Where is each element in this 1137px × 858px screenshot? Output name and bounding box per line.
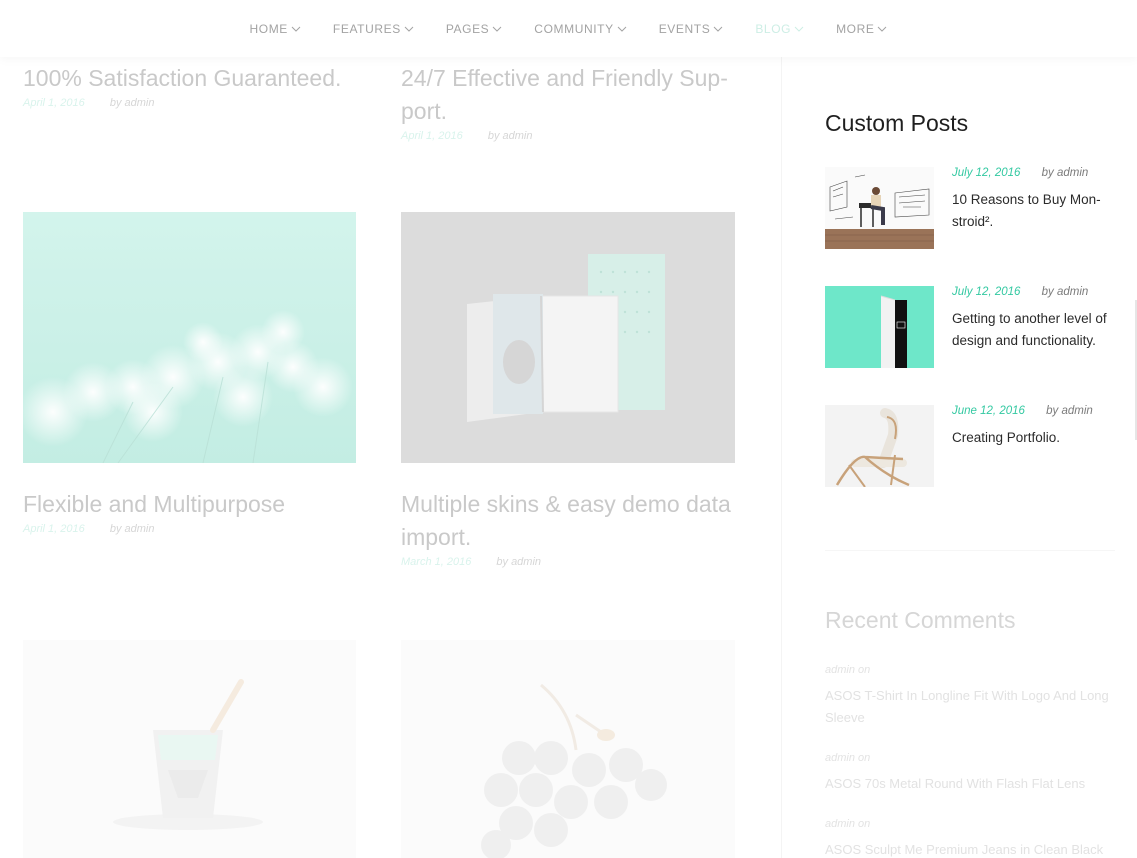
- custom-post-author[interactable]: by admin: [1042, 286, 1089, 298]
- post-title[interactable]: Multiple skins & easy demo data import.: [401, 488, 741, 554]
- post-card: 100% Satisfaction Guaranteed. April 1, 2…: [23, 62, 363, 109]
- cup-photo[interactable]: [23, 640, 356, 858]
- cup-image: [23, 640, 356, 858]
- notebook-photo[interactable]: [401, 212, 735, 463]
- post-meta: April 1, 2016 by admin: [23, 97, 363, 109]
- sidebar-divider: [781, 57, 782, 858]
- custom-post-item: July 12, 2016 by admin 10 Reasons to Buy…: [825, 167, 1125, 249]
- custom-post-author[interactable]: by admin: [1046, 405, 1093, 417]
- chevron-down-icon: [878, 26, 887, 32]
- post-card: 24/7 Effective and Friendly Sup- port. A…: [401, 62, 741, 142]
- post-title[interactable]: 24/7 Effective and Friendly Sup- port.: [401, 62, 741, 128]
- man-sitting-image: [825, 167, 934, 249]
- nav-label: EVENTS: [658, 21, 711, 36]
- chevron-down-icon: [492, 26, 502, 32]
- nav-label: BLOG: [755, 21, 792, 36]
- post-date[interactable]: April 1, 2016: [23, 523, 85, 535]
- recent-comments-title: Recent Comments: [825, 607, 1016, 633]
- nav-item-features[interactable]: FEATURES: [333, 22, 414, 36]
- custom-post-item: July 12, 2016 by admin Getting to anothe…: [825, 286, 1125, 368]
- post-title-line: port.: [401, 98, 448, 124]
- widget-divider: [825, 550, 1115, 551]
- post-title-line: 24/7 Effective and Friendly Sup-: [401, 65, 728, 91]
- tablet-photo[interactable]: [825, 286, 934, 368]
- post-author[interactable]: by admin: [488, 130, 533, 142]
- flowers-photo[interactable]: [23, 212, 356, 463]
- post-card: Multiple skins & easy demo data import. …: [401, 488, 741, 568]
- tablet-image: [825, 286, 934, 368]
- custom-post-item: June 12, 2016 by admin Creating Portfoli…: [825, 405, 1125, 487]
- post-title-line: Multiple skins & easy demo data: [401, 491, 731, 517]
- custom-post-title-line: 10 Reasons to Buy Mon-: [952, 192, 1101, 207]
- nav-label: FEATURES: [332, 21, 401, 36]
- custom-post-date[interactable]: July 12, 2016: [952, 167, 1020, 179]
- custom-posts-title: Custom Posts: [825, 110, 969, 136]
- post-title[interactable]: 100% Satisfaction Guaranteed.: [23, 62, 363, 95]
- comment-meta: admin on: [825, 818, 871, 830]
- nav-item-events[interactable]: EVENTS: [659, 22, 724, 36]
- flowers-image: [23, 212, 356, 463]
- comment-meta: admin on: [825, 752, 871, 764]
- post-meta: April 1, 2016 by admin: [401, 130, 741, 142]
- chevron-down-icon: [404, 26, 414, 32]
- chair-photo[interactable]: [825, 405, 934, 487]
- comment-link[interactable]: ASOS 70s Metal Round With Flash Flat Len…: [825, 773, 1120, 795]
- post-date[interactable]: March 1, 2016: [401, 556, 471, 568]
- berries-photo[interactable]: [401, 640, 735, 858]
- chair-image: [825, 405, 934, 487]
- custom-post-title-line: stroid².: [952, 214, 994, 229]
- post-meta: April 1, 2016 by admin: [23, 523, 363, 535]
- custom-post-date[interactable]: July 12, 2016: [952, 286, 1020, 298]
- nav-item-home[interactable]: HOME: [250, 22, 301, 36]
- post-date[interactable]: April 1, 2016: [23, 97, 85, 109]
- post-meta: March 1, 2016 by admin: [401, 556, 741, 568]
- post-date[interactable]: April 1, 2016: [401, 130, 463, 142]
- chevron-down-icon: [617, 26, 627, 32]
- chevron-down-icon: [713, 26, 723, 32]
- nav-label: HOME: [249, 21, 288, 36]
- post-author[interactable]: by admin: [496, 556, 541, 568]
- custom-post-title[interactable]: Getting to another level of design and f…: [952, 308, 1112, 352]
- chevron-down-icon: [291, 26, 301, 32]
- nav-item-community[interactable]: COMMUNITY: [534, 21, 627, 36]
- post-title[interactable]: Flexible and Multipurpose: [23, 488, 363, 521]
- post-author[interactable]: by admin: [110, 97, 155, 109]
- notebook-image: [401, 212, 735, 463]
- custom-post-meta: June 12, 2016 by admin: [952, 405, 1093, 417]
- nav-label: COMMUNITY: [534, 21, 614, 36]
- custom-post-author[interactable]: by admin: [1042, 167, 1089, 179]
- man-sitting-photo[interactable]: [825, 167, 934, 249]
- nav-label: MORE: [836, 21, 875, 36]
- comment-meta: admin on: [825, 664, 871, 676]
- nav-item-more[interactable]: MORE: [836, 22, 887, 36]
- chevron-down-icon: [794, 26, 804, 32]
- custom-post-date[interactable]: June 12, 2016: [952, 405, 1025, 417]
- custom-post-title[interactable]: Creating Portfolio.: [952, 427, 1112, 449]
- comment-link[interactable]: ASOS Sculpt Me Premium Jeans in Clean Bl…: [825, 839, 1120, 858]
- nav-item-blog[interactable]: BLOG: [755, 22, 804, 36]
- posts-grid: 100% Satisfaction Guaranteed. April 1, 2…: [0, 0, 782, 858]
- nav-item-pages[interactable]: PAGES: [446, 22, 502, 36]
- nav-label: PAGES: [445, 21, 490, 36]
- main-navigation: HOME FEATURES PAGES COMMUNITY EVENTS BLO…: [0, 0, 1137, 57]
- custom-post-meta: July 12, 2016 by admin: [952, 167, 1088, 179]
- berries-image: [401, 640, 735, 858]
- custom-post-meta: July 12, 2016 by admin: [952, 286, 1088, 298]
- custom-post-title[interactable]: 10 Reasons to Buy Mon- stroid².: [952, 189, 1112, 233]
- post-card: Flexible and Multipurpose April 1, 2016 …: [23, 488, 363, 535]
- post-title-line: import.: [401, 524, 472, 550]
- comment-link[interactable]: ASOS T-Shirt In Longline Fit With Logo A…: [825, 685, 1120, 729]
- post-author[interactable]: by admin: [110, 523, 155, 535]
